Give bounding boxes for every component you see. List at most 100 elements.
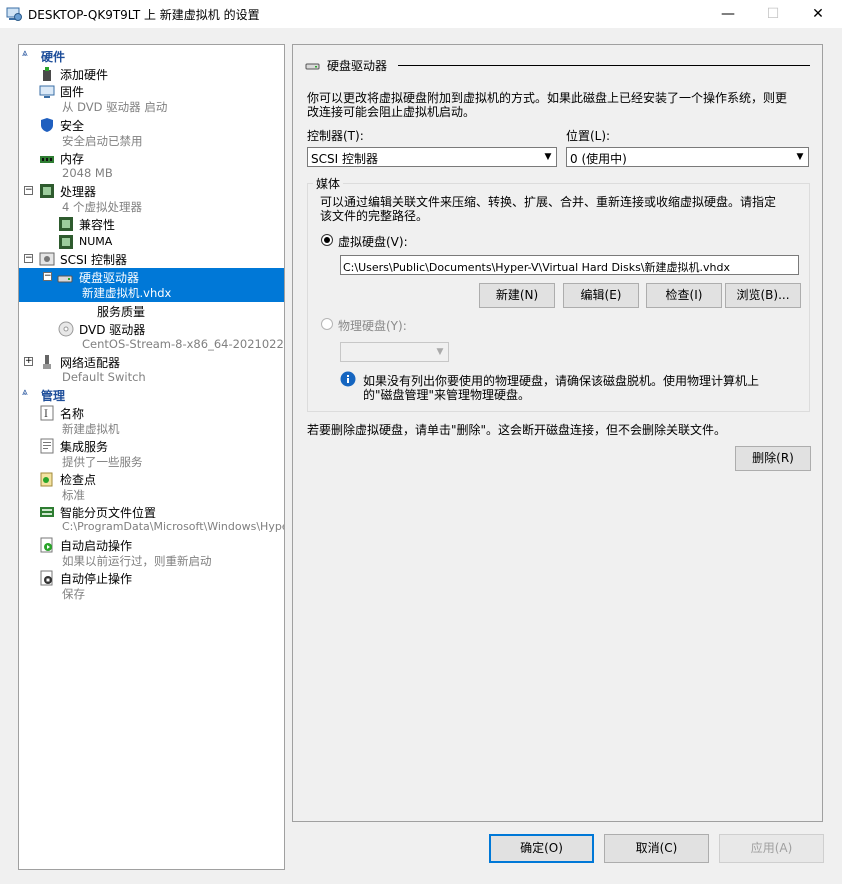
chevron-down-icon[interactable]: ▼ bbox=[540, 148, 556, 166]
physical-disk-select: ▼ bbox=[340, 342, 449, 362]
browse-button[interactable]: 浏览(B)... bbox=[725, 283, 801, 308]
tree-item-sublabel: 2048 MB bbox=[62, 166, 113, 180]
hard-drive-icon bbox=[57, 270, 73, 286]
settings-tree[interactable]: ⩓ 硬件 添加硬件 固件 从 DVD 驱动器 启动 安全 安全启动已禁用 内存 … bbox=[18, 44, 285, 870]
tree-item-firmware[interactable]: 固件 从 DVD 驱动器 启动 bbox=[19, 82, 284, 115]
tree-item-sublabel: 如果以前运行过，则重新启动 bbox=[62, 554, 212, 568]
intro-text-line2: 改连接可能会阻止虚拟机启动。 bbox=[307, 105, 476, 119]
panel-title: 硬盘驱动器 bbox=[327, 59, 388, 73]
tree-item-smart-paging[interactable]: 智能分页文件位置 C:\ProgramData\Microsoft\Window… bbox=[19, 503, 284, 536]
collapse-toggle-icon[interactable]: − bbox=[43, 272, 52, 281]
network-adapter-icon bbox=[39, 354, 55, 370]
virtual-disk-radio-label: 虚拟硬盘(V): bbox=[338, 235, 408, 249]
tree-item-compatibility[interactable]: 兼容性 bbox=[19, 215, 284, 232]
scsi-controller-icon bbox=[39, 251, 55, 267]
physical-disk-radio-label: 物理硬盘(Y): bbox=[338, 319, 407, 333]
tree-item-sublabel: Default Switch bbox=[62, 370, 146, 384]
memory-icon bbox=[39, 151, 55, 167]
tree-item-label: 服务质量 bbox=[97, 305, 146, 319]
ok-button[interactable]: 确定(O) bbox=[489, 834, 594, 863]
tree-item-checkpoints[interactable]: 检查点 标准 bbox=[19, 470, 284, 503]
firmware-icon bbox=[39, 83, 55, 99]
location-select[interactable]: 0 (使用中) ▼ bbox=[566, 147, 809, 167]
tree-item-hard-drive[interactable]: − 硬盘驱动器 新建虚拟机.vhdx bbox=[19, 268, 284, 302]
tree-item-sublabel: 新建虚拟机 bbox=[62, 422, 120, 436]
auto-start-icon bbox=[39, 537, 55, 553]
tree-item-label: 名称 bbox=[60, 407, 85, 421]
tree-item-label: 检查点 bbox=[60, 473, 97, 487]
tree-item-label: 网络适配器 bbox=[60, 356, 121, 370]
tree-item-sublabel: C:\ProgramData\Microsoft\Windows\Hyper-V bbox=[62, 520, 285, 533]
tree-item-processor[interactable]: − 处理器 4 个虚拟处理器 bbox=[19, 182, 284, 215]
collapse-toggle-icon[interactable]: − bbox=[24, 186, 33, 195]
tree-item-label: 内存 bbox=[60, 152, 85, 166]
tree-item-memory[interactable]: 内存 2048 MB bbox=[19, 149, 284, 182]
location-label: 位置(L): bbox=[566, 129, 611, 143]
remove-button[interactable]: 删除(R) bbox=[735, 446, 811, 471]
tree-item-qos[interactable]: 服务质量 bbox=[19, 302, 284, 319]
maximize-button: ☐ bbox=[766, 6, 780, 22]
integration-services-icon bbox=[39, 438, 55, 454]
close-button[interactable]: ✕ bbox=[795, 0, 841, 28]
header-divider bbox=[398, 65, 810, 66]
tree-item-network-adapter[interactable]: + 网络适配器 Default Switch bbox=[19, 353, 284, 386]
hard-drive-icon bbox=[305, 60, 321, 75]
tree-item-numa[interactable]: NUMA bbox=[19, 233, 284, 250]
tree-item-auto-stop[interactable]: 自动停止操作 保存 bbox=[19, 569, 284, 602]
auto-stop-icon bbox=[39, 570, 55, 586]
processor-icon bbox=[39, 183, 55, 199]
tree-item-sublabel: 从 DVD 驱动器 启动 bbox=[62, 100, 168, 114]
add-hardware-icon bbox=[39, 66, 55, 82]
controller-selected-value: SCSI 控制器 bbox=[311, 152, 378, 166]
vhd-path-value: C:\Users\Public\Documents\Hyper-V\Virtua… bbox=[343, 261, 730, 274]
tree-item-label: 添加硬件 bbox=[60, 68, 109, 82]
apply-button: 应用(A) bbox=[719, 834, 824, 863]
tree-item-sublabel: 标准 bbox=[62, 488, 85, 502]
tree-item-dvd-drive[interactable]: DVD 驱动器 CentOS-Stream-8-x86_64-20210223-… bbox=[19, 320, 284, 353]
virtual-disk-radio[interactable] bbox=[321, 234, 333, 246]
controller-select[interactable]: SCSI 控制器 ▼ bbox=[307, 147, 557, 167]
hardware-header-label: 硬件 bbox=[41, 50, 66, 64]
smart-paging-icon bbox=[39, 504, 55, 520]
physical-disk-radio bbox=[321, 318, 333, 330]
tree-item-sublabel: 保存 bbox=[62, 587, 85, 601]
new-disk-button[interactable]: 新建(N) bbox=[479, 283, 555, 308]
collapse-chevron-icon[interactable]: ⩓ bbox=[22, 387, 28, 398]
management-section-header[interactable]: ⩓ 管理 bbox=[19, 387, 284, 403]
name-icon: I bbox=[39, 405, 55, 421]
tree-item-label: 自动停止操作 bbox=[60, 572, 133, 586]
tree-item-scsi-controller[interactable]: − SCSI 控制器 bbox=[19, 250, 284, 267]
tree-item-security[interactable]: 安全 安全启动已禁用 bbox=[19, 116, 284, 149]
minimize-button[interactable]: — bbox=[705, 0, 751, 28]
location-selected-value: 0 (使用中) bbox=[570, 152, 627, 166]
chevron-down-icon[interactable]: ▼ bbox=[792, 148, 808, 166]
cancel-button[interactable]: 取消(C) bbox=[604, 834, 709, 863]
tree-item-label: 智能分页文件位置 bbox=[60, 506, 157, 520]
dvd-icon bbox=[58, 321, 74, 337]
hardware-section-header[interactable]: ⩓ 硬件 bbox=[19, 48, 284, 64]
collapse-toggle-icon[interactable]: − bbox=[24, 254, 33, 263]
expand-toggle-icon[interactable]: + bbox=[24, 357, 33, 366]
tree-item-sublabel: 安全启动已禁用 bbox=[62, 134, 143, 148]
processor-icon bbox=[58, 234, 74, 250]
tree-item-label: 固件 bbox=[60, 85, 85, 99]
tree-item-label: 安全 bbox=[60, 119, 85, 133]
tree-item-label: 集成服务 bbox=[60, 440, 109, 454]
vhd-path-input[interactable]: C:\Users\Public\Documents\Hyper-V\Virtua… bbox=[340, 255, 799, 275]
remove-hint-text: 若要删除虚拟硬盘，请单击"删除"。这会断开磁盘连接，但不会删除关联文件。 bbox=[307, 423, 727, 437]
svg-text:I: I bbox=[44, 409, 48, 420]
tree-item-label: DVD 驱动器 bbox=[79, 323, 146, 337]
tree-item-sublabel: 4 个虚拟处理器 bbox=[62, 200, 142, 214]
checkpoint-icon bbox=[39, 471, 55, 487]
tree-item-label: 处理器 bbox=[60, 185, 97, 199]
collapse-chevron-icon[interactable]: ⩓ bbox=[22, 48, 28, 59]
tree-item-name[interactable]: I 名称 新建虚拟机 bbox=[19, 404, 284, 437]
tree-item-label: 兼容性 bbox=[79, 218, 116, 232]
tree-item-integration-services[interactable]: 集成服务 提供了一些服务 bbox=[19, 437, 284, 470]
edit-disk-button[interactable]: 编辑(E) bbox=[563, 283, 639, 308]
tree-item-add-hardware[interactable]: 添加硬件 bbox=[19, 65, 284, 82]
tree-item-label: SCSI 控制器 bbox=[60, 253, 127, 267]
tree-item-auto-start[interactable]: 自动启动操作 如果以前运行过，则重新启动 bbox=[19, 536, 284, 569]
inspect-disk-button[interactable]: 检查(I) bbox=[646, 283, 722, 308]
management-header-label: 管理 bbox=[41, 389, 66, 403]
